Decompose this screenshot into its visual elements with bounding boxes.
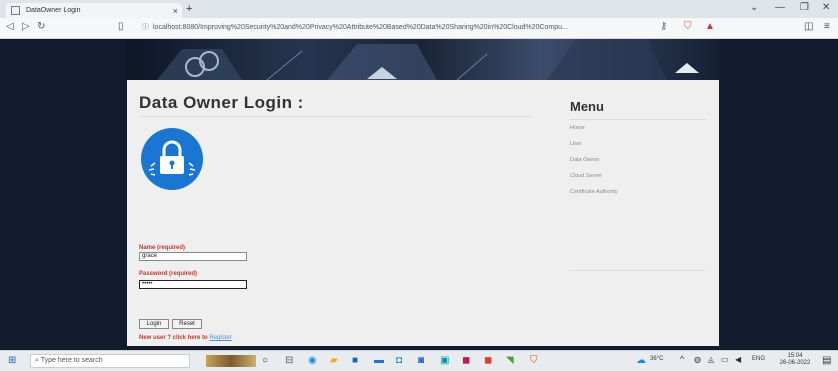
language-indicator[interactable]: ENG: [752, 356, 765, 362]
menu-title: Menu: [570, 99, 604, 114]
key-icon[interactable]: ⚷: [660, 21, 667, 32]
mail-icon[interactable]: ▬: [374, 355, 384, 366]
triangle-extension-icon[interactable]: ▲: [705, 21, 715, 32]
widgets-icon[interactable]: ⊟: [285, 355, 293, 366]
browser-tabbar: DataOwner Login × + ⌄ — ❐ ✕: [0, 0, 838, 18]
menu-divider: [570, 119, 706, 120]
menu-item-certificate-authority[interactable]: Certificate Authority: [570, 189, 618, 195]
reload-icon[interactable]: ↻: [37, 21, 45, 32]
name-input[interactable]: grace: [139, 252, 247, 261]
header-banner: [127, 39, 719, 80]
file-explorer-icon[interactable]: ▰: [330, 355, 338, 366]
login-button[interactable]: Login: [139, 319, 169, 329]
new-tab-button[interactable]: +: [186, 3, 192, 15]
taskbar: ⊞ ⌕ Type here to search ○ ⊟ ◉ ▰ ■ ▬ ◘ ◙ …: [0, 350, 838, 371]
store-icon[interactable]: ■: [352, 355, 358, 366]
app-icon-6[interactable]: ◥: [506, 355, 514, 366]
address-bar[interactable]: ⓘ localhost:8080/Improving%20Security%20a…: [142, 22, 702, 34]
password-input[interactable]: •••••: [139, 280, 247, 289]
url-text: localhost:8080/Improving%20Security%20an…: [153, 24, 568, 31]
maximize-icon[interactable]: ❐: [800, 2, 809, 13]
search-placeholder: Type here to search: [40, 357, 103, 364]
address-toolbar: ◁ ▷ ↻ ▯ ⓘ localhost:8080/Improving%20Secu…: [0, 18, 838, 39]
site-info-icon[interactable]: ⓘ: [142, 24, 149, 31]
lock-icon: [141, 128, 203, 190]
app-icon-4[interactable]: ◼: [462, 355, 470, 366]
menu-icon[interactable]: ≡: [824, 21, 830, 32]
new-user-prompt: New user ? click here to: [139, 335, 208, 341]
register-link[interactable]: Register: [209, 335, 231, 341]
minimize-icon[interactable]: —: [775, 2, 785, 13]
clock-date: 26-06-2022: [779, 360, 811, 366]
brave-icon[interactable]: ⛉: [530, 355, 538, 366]
browser-tab[interactable]: DataOwner Login ×: [6, 3, 182, 18]
menu-item-data-owner[interactable]: Data Owner: [570, 157, 599, 163]
web-page: Data Owner Login : Name (required) grace…: [0, 39, 838, 350]
weather-temp[interactable]: 36°C: [650, 356, 663, 362]
menu-bottom-divider: [570, 270, 706, 271]
task-view-icon[interactable]: ○: [262, 355, 268, 366]
profile-icon[interactable]: ◫: [804, 21, 813, 32]
app-icon-3[interactable]: ▣: [440, 355, 449, 366]
network-icon[interactable]: ◬: [708, 355, 714, 364]
sidebar-icon[interactable]: ▯: [118, 21, 124, 32]
main-content: Data Owner Login : Name (required) grace…: [127, 80, 719, 346]
notification-icon[interactable]: ▤: [822, 355, 831, 366]
app-icon-1[interactable]: ◘: [396, 355, 402, 366]
reset-button[interactable]: Reset: [172, 319, 202, 329]
menu-item-user[interactable]: User: [570, 141, 582, 147]
start-windows-icon[interactable]: ⊞: [8, 355, 16, 366]
page-favicon-icon: [11, 6, 20, 15]
tab-list-chevron-icon[interactable]: ⌄: [750, 2, 758, 13]
search-icon: ⌕: [35, 357, 39, 364]
clock[interactable]: 15:04 26-06-2022: [774, 353, 816, 367]
menu-item-home[interactable]: Home: [570, 125, 585, 131]
shield-extension-icon[interactable]: ⛉: [684, 21, 692, 32]
volume-icon[interactable]: ◀: [735, 355, 741, 364]
tab-close-icon[interactable]: ×: [173, 6, 178, 16]
password-label: Password (required): [139, 271, 198, 277]
app-icon-5[interactable]: ◼: [484, 355, 492, 366]
back-icon[interactable]: ◁: [6, 21, 14, 32]
app-icon-2[interactable]: ◙: [418, 355, 424, 366]
tray-chevron-icon[interactable]: ^: [680, 354, 684, 364]
weather-icon: ☁: [636, 355, 646, 366]
title-divider: [139, 116, 531, 117]
window-close-icon[interactable]: ✕: [822, 2, 830, 13]
news-widget-icon[interactable]: [206, 355, 256, 367]
battery-icon[interactable]: ▭: [721, 355, 729, 364]
forward-icon[interactable]: ▷: [22, 21, 30, 32]
taskbar-search-box[interactable]: ⌕ Type here to search: [30, 354, 190, 368]
tray-app-icon[interactable]: ◍: [694, 355, 701, 364]
page-title: Data Owner Login :: [139, 93, 304, 112]
menu-item-cloud-server[interactable]: Cloud Server: [570, 173, 602, 179]
clock-time: 15:04: [787, 353, 803, 359]
name-label: Name (required): [139, 245, 186, 251]
new-user-text: New user ? click here to Register: [139, 335, 232, 341]
tab-title: DataOwner Login: [26, 7, 81, 14]
edge-icon[interactable]: ◉: [308, 355, 317, 366]
